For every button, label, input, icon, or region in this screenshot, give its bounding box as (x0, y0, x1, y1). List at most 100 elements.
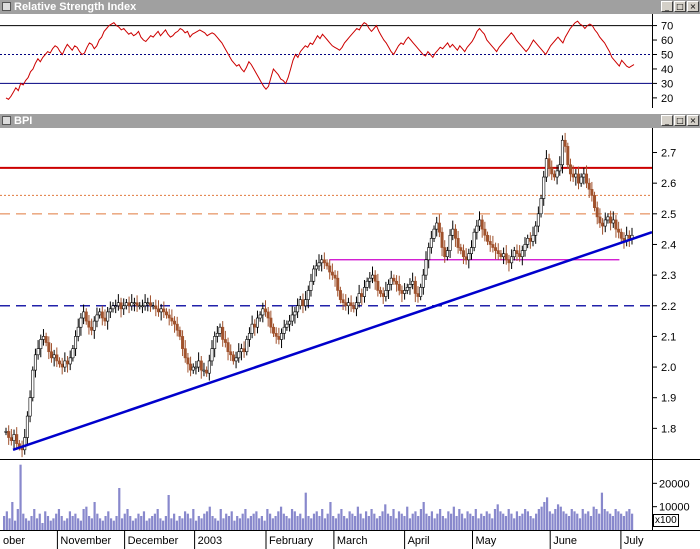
volume-bar (299, 513, 302, 530)
candle-body (33, 354, 37, 371)
candle-body (371, 274, 375, 279)
candle-body (239, 348, 243, 353)
volume-bar (22, 513, 25, 530)
candle-body (173, 320, 177, 325)
maximize-button[interactable]: □ (674, 1, 686, 12)
candle-body (400, 290, 404, 294)
volume-bar (66, 518, 69, 530)
candle-body (346, 302, 350, 307)
volume-bar (430, 511, 434, 530)
candle-body (95, 314, 99, 322)
volume-bar (304, 492, 307, 530)
candle-body (255, 317, 259, 328)
volume-bar (24, 518, 28, 530)
candle-body (336, 277, 340, 291)
volume-bar (126, 509, 129, 530)
volume-bar (543, 502, 546, 530)
candle-body (598, 216, 602, 224)
volume-bar (41, 523, 44, 530)
candle-body (250, 323, 254, 334)
window-icon[interactable] (2, 116, 11, 125)
volume-bar (307, 516, 310, 530)
volume-bar (540, 506, 543, 530)
volume-bar (277, 511, 280, 530)
volume-bar (598, 513, 601, 530)
volume-bar (104, 516, 107, 530)
candle-body (571, 173, 575, 178)
volume-bar (359, 513, 362, 530)
candle-body (627, 234, 631, 239)
volume-tick-label: 20000 (659, 478, 690, 490)
volume-bar (175, 520, 178, 530)
close-button[interactable]: × (687, 115, 699, 126)
volume-bar (318, 516, 321, 530)
candle-body (576, 173, 580, 184)
candle-body (403, 290, 407, 294)
window-icon[interactable] (2, 2, 11, 11)
volume-bar (140, 516, 143, 530)
candle-body (609, 216, 613, 224)
volume-bar (55, 513, 58, 530)
volume-bar (167, 495, 170, 530)
volume-bar (266, 509, 269, 530)
volume-bar (225, 513, 228, 530)
candle-body (202, 369, 206, 372)
volume-bar (526, 511, 529, 530)
candle-body (405, 287, 409, 291)
price-window-titlebar[interactable]: BPI _ □ × (0, 114, 700, 128)
month-label: February (269, 535, 314, 547)
volume-bar (255, 511, 258, 530)
close-button[interactable]: × (687, 1, 699, 12)
volume-bar (326, 513, 329, 530)
maximize-button[interactable]: □ (674, 115, 686, 126)
volume-bar (348, 511, 351, 530)
candle-body (435, 222, 439, 230)
volume-bar (79, 520, 82, 530)
volume-bar (216, 520, 220, 530)
volume-bar (567, 516, 571, 530)
candle-body (15, 434, 19, 444)
candle-body (290, 314, 294, 322)
price-tick-label: 2.1 (661, 331, 676, 343)
candle-body (333, 274, 337, 279)
volume-bar (120, 518, 124, 530)
volume-bar (441, 516, 444, 530)
volume-bar (258, 518, 261, 530)
candle-body (119, 302, 123, 310)
volume-bar (16, 509, 19, 530)
candle-body (464, 256, 468, 261)
volume-bar (90, 518, 93, 530)
minimize-button[interactable]: _ (661, 1, 673, 12)
candle-body (397, 284, 401, 291)
candle-body (274, 333, 278, 337)
candle-body (617, 228, 621, 233)
volume-bar (82, 509, 85, 530)
candle-body (31, 369, 35, 399)
volume-bar (518, 516, 521, 530)
volume-bar (192, 509, 195, 530)
volume-bar (611, 516, 615, 530)
volume-bar (219, 509, 222, 530)
volume-bar (428, 516, 431, 530)
candle-body (547, 158, 551, 169)
candle-body (568, 164, 572, 175)
candle-body (467, 253, 471, 261)
price-chart (0, 132, 652, 458)
volume-bar (422, 502, 425, 530)
volume-bar (493, 509, 497, 530)
volume-bar (19, 464, 22, 530)
volume-bar (8, 518, 11, 530)
candle-body (36, 348, 40, 356)
rsi-window-titlebar[interactable]: Relative Strength Index _ □ × (0, 0, 700, 14)
candle-body (237, 351, 241, 359)
volume-bar (13, 520, 17, 530)
volume-bar (614, 509, 617, 530)
month-label: 2003 (198, 535, 222, 547)
candle-body (165, 311, 169, 316)
price-tick-label: 1.8 (661, 423, 676, 435)
candle-body (373, 274, 377, 282)
volume-bar (200, 518, 203, 530)
minimize-button[interactable]: _ (661, 115, 673, 126)
candle-body (272, 326, 276, 334)
candle-body (387, 284, 391, 291)
